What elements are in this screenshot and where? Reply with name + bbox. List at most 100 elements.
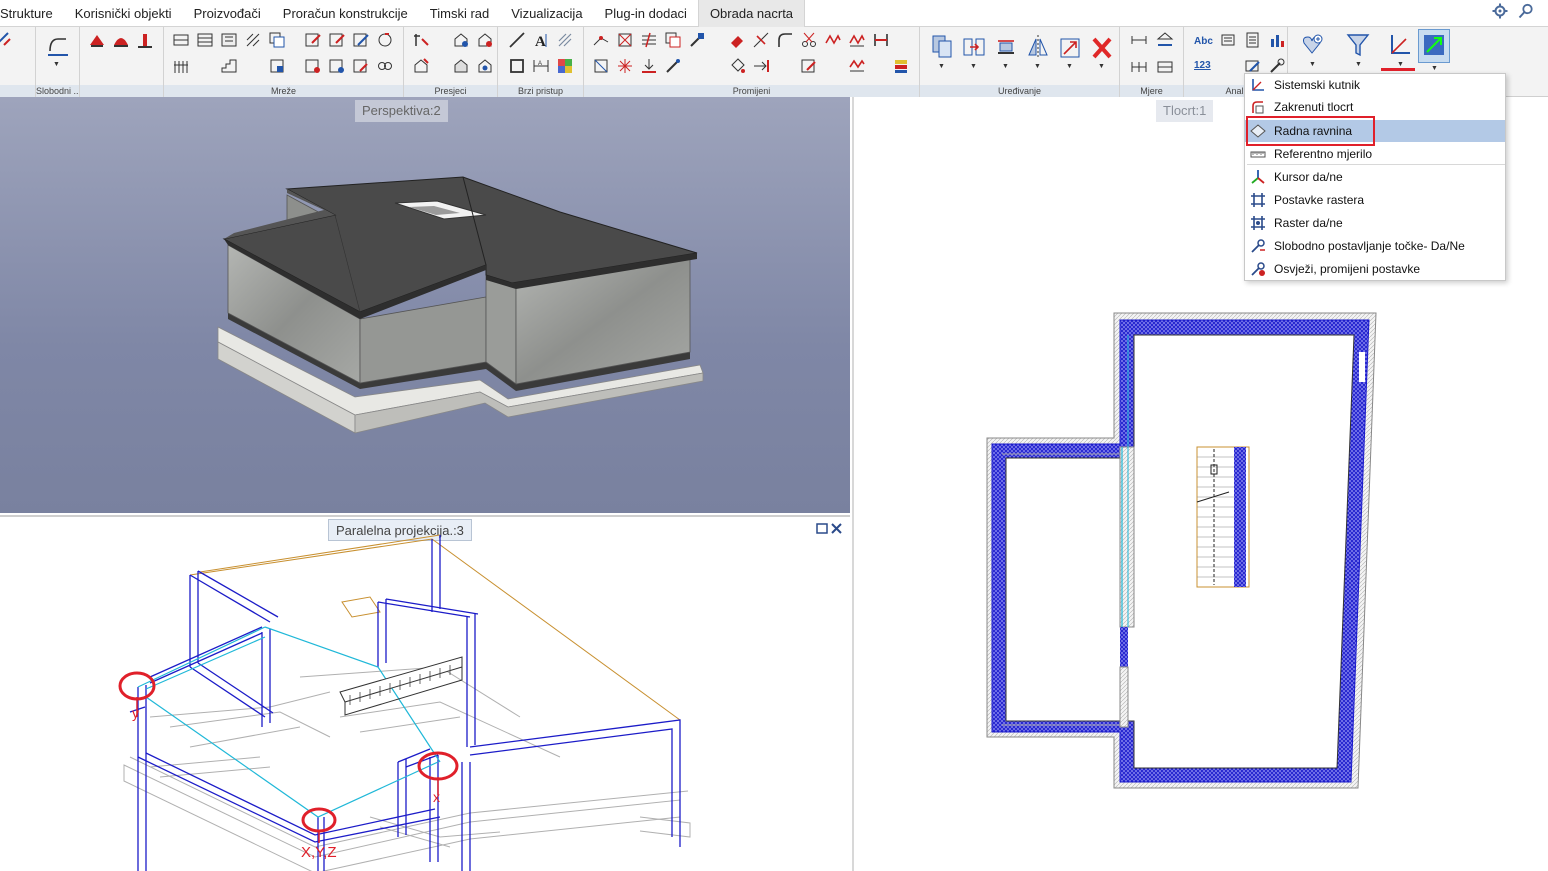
favorites-heart-icon[interactable] [1300,31,1324,59]
fillet-icon[interactable] [776,31,794,49]
modify-line-icon[interactable] [592,31,610,49]
dimension-height-icon[interactable] [1156,31,1174,49]
layers-color-icon[interactable] [892,57,910,75]
modify-box-icon[interactable] [592,57,610,75]
mesh-pen-icon[interactable] [352,57,370,75]
mesh-lines-icon[interactable] [220,31,238,49]
section-edit-icon[interactable] [476,57,494,75]
mirror-objects-icon[interactable] [1026,33,1050,61]
edit-mesh-icon[interactable] [304,31,322,49]
menu-item-slobodno-postavljanje[interactable]: Slobodno postavljanje točke- Da/Ne [1245,235,1505,257]
modify-parallel-icon[interactable] [640,31,658,49]
active-tool-highlight[interactable] [1418,29,1450,63]
edit-mesh2-icon[interactable] [328,31,346,49]
tab-strukture[interactable]: Strukture [0,0,64,27]
group-label-uredivanje: Uređivanje [920,85,1119,97]
house-section-icon[interactable] [452,31,470,49]
mesh-abc-icon[interactable] [172,31,190,49]
modify-wand-icon[interactable] [664,57,682,75]
menu-item-postavke-rastera[interactable]: Postavke rastera [1245,189,1505,211]
x-axis-label: x [433,789,440,805]
house-section2-icon[interactable] [476,31,494,49]
modify-brush-icon[interactable] [688,31,706,49]
move-objects-icon[interactable] [962,33,986,61]
wave3-icon[interactable] [848,57,866,75]
section-new-icon[interactable] [412,57,430,75]
rotate-mesh-icon[interactable] [376,31,394,49]
scissors-icon[interactable] [800,31,818,49]
modify-edit-icon[interactable] [800,57,818,75]
abc-text-icon[interactable]: Abc [1194,36,1213,47]
parallel-projection-viewport[interactable]: Paralelna projekcija.:3 y x X,Y,Z [0,515,850,871]
modify-copy-icon[interactable] [664,31,682,49]
bar-report-icon[interactable] [1268,31,1286,49]
mesh-link-icon[interactable] [376,57,394,75]
mesh-grid-icon[interactable] [196,31,214,49]
wave-icon[interactable] [824,31,842,49]
menu-item-raster-da-ne[interactable]: Raster da/ne [1245,212,1505,234]
delete-objects-icon[interactable] [1090,33,1114,61]
tab-plug-in-dodaci[interactable]: Plug-in dodaci [594,0,698,27]
fill-color-icon[interactable] [556,57,574,75]
gear-icon[interactable] [1492,3,1508,19]
arrow-extend-icon[interactable] [752,57,770,75]
filter-icon[interactable] [1346,31,1370,59]
dimension-tool-icon[interactable]: A [532,57,550,75]
numbering-icon[interactable]: 123 [1194,60,1211,71]
scale-ruler-icon [1250,151,1266,158]
xyz-axis-label: X,Y,Z [301,844,337,861]
edit-pen-icon[interactable] [352,31,370,49]
hatch-tool-icon[interactable] [556,31,574,49]
list-icon[interactable] [1244,31,1262,49]
mesh-hatch-icon[interactable] [244,31,262,49]
text-tool-icon[interactable]: A [532,31,550,49]
perspective-viewport[interactable]: Perspektiva:2 [0,97,850,513]
tab-korisnicki-objekti[interactable]: Korisnički objekti [64,0,183,27]
svg-text:A: A [538,61,542,67]
scale-objects-icon[interactable] [1058,33,1082,61]
modify-cross-icon[interactable] [616,31,634,49]
menu-item-zakrenuti-tlocrt[interactable]: Zakrenuti tlocrt [1245,96,1505,118]
dimension-line-icon[interactable] [1130,31,1148,49]
dimension-chain-icon[interactable] [1130,57,1148,75]
rectangle-tool-icon[interactable] [508,57,526,75]
mesh-columns-icon[interactable] [172,57,190,75]
dome-red-icon[interactable] [112,31,130,49]
menu-item-osvjezi[interactable]: Osvježi, promijeni postavke [1245,258,1505,280]
roof-red-icon[interactable] [88,31,106,49]
paint-bucket-icon[interactable] [728,57,746,75]
eraser-icon[interactable] [728,31,746,49]
menu-item-kursor-da-ne[interactable]: Kursor da/ne [1245,166,1505,188]
trim-icon[interactable] [752,31,770,49]
tab-proracun-konstrukcije[interactable]: Proračun konstrukcije [272,0,419,27]
system-axes-icon[interactable] [1388,31,1412,59]
dimension-area-icon[interactable] [1156,57,1174,75]
modify-down-icon[interactable] [640,57,658,75]
section-cut-icon[interactable] [412,31,430,49]
abc-numbering-icon[interactable] [1220,31,1238,49]
wireframe-model [118,534,691,871]
tab-vizualizacija[interactable]: Vizualizacija [500,0,593,27]
mesh-frame-icon[interactable] [268,57,286,75]
column-red-icon[interactable] [136,31,154,49]
align-objects-icon[interactable] [994,33,1018,61]
menu-item-sistemski-kutnik[interactable]: Sistemski kutnik [1245,74,1505,96]
search-icon[interactable] [1518,3,1534,19]
tab-proizvodaci[interactable]: Proizvođači [183,0,272,27]
tab-timski-rad[interactable]: Timski rad [419,0,500,27]
free-line-icon[interactable] [46,31,70,59]
mesh-red-icon[interactable] [304,57,322,75]
modify-star-icon[interactable] [616,57,634,75]
mesh-copy-icon[interactable] [268,31,286,49]
wave2-icon[interactable] [848,31,866,49]
mesh-stair-icon[interactable] [220,57,238,75]
line-tool-icon[interactable] [508,31,526,49]
mesh-blue-icon[interactable] [328,57,346,75]
tool-icon[interactable] [0,31,12,49]
tab-obrada-nacrta[interactable]: Obrada nacrta [697,0,806,27]
menu-item-referentno-mjerilo[interactable]: Referentno mjerilo [1245,143,1505,165]
section-view-icon[interactable] [452,57,470,75]
break-line-icon[interactable] [872,31,890,49]
copy-objects-icon[interactable] [930,33,954,61]
axes-icon [1252,79,1264,91]
